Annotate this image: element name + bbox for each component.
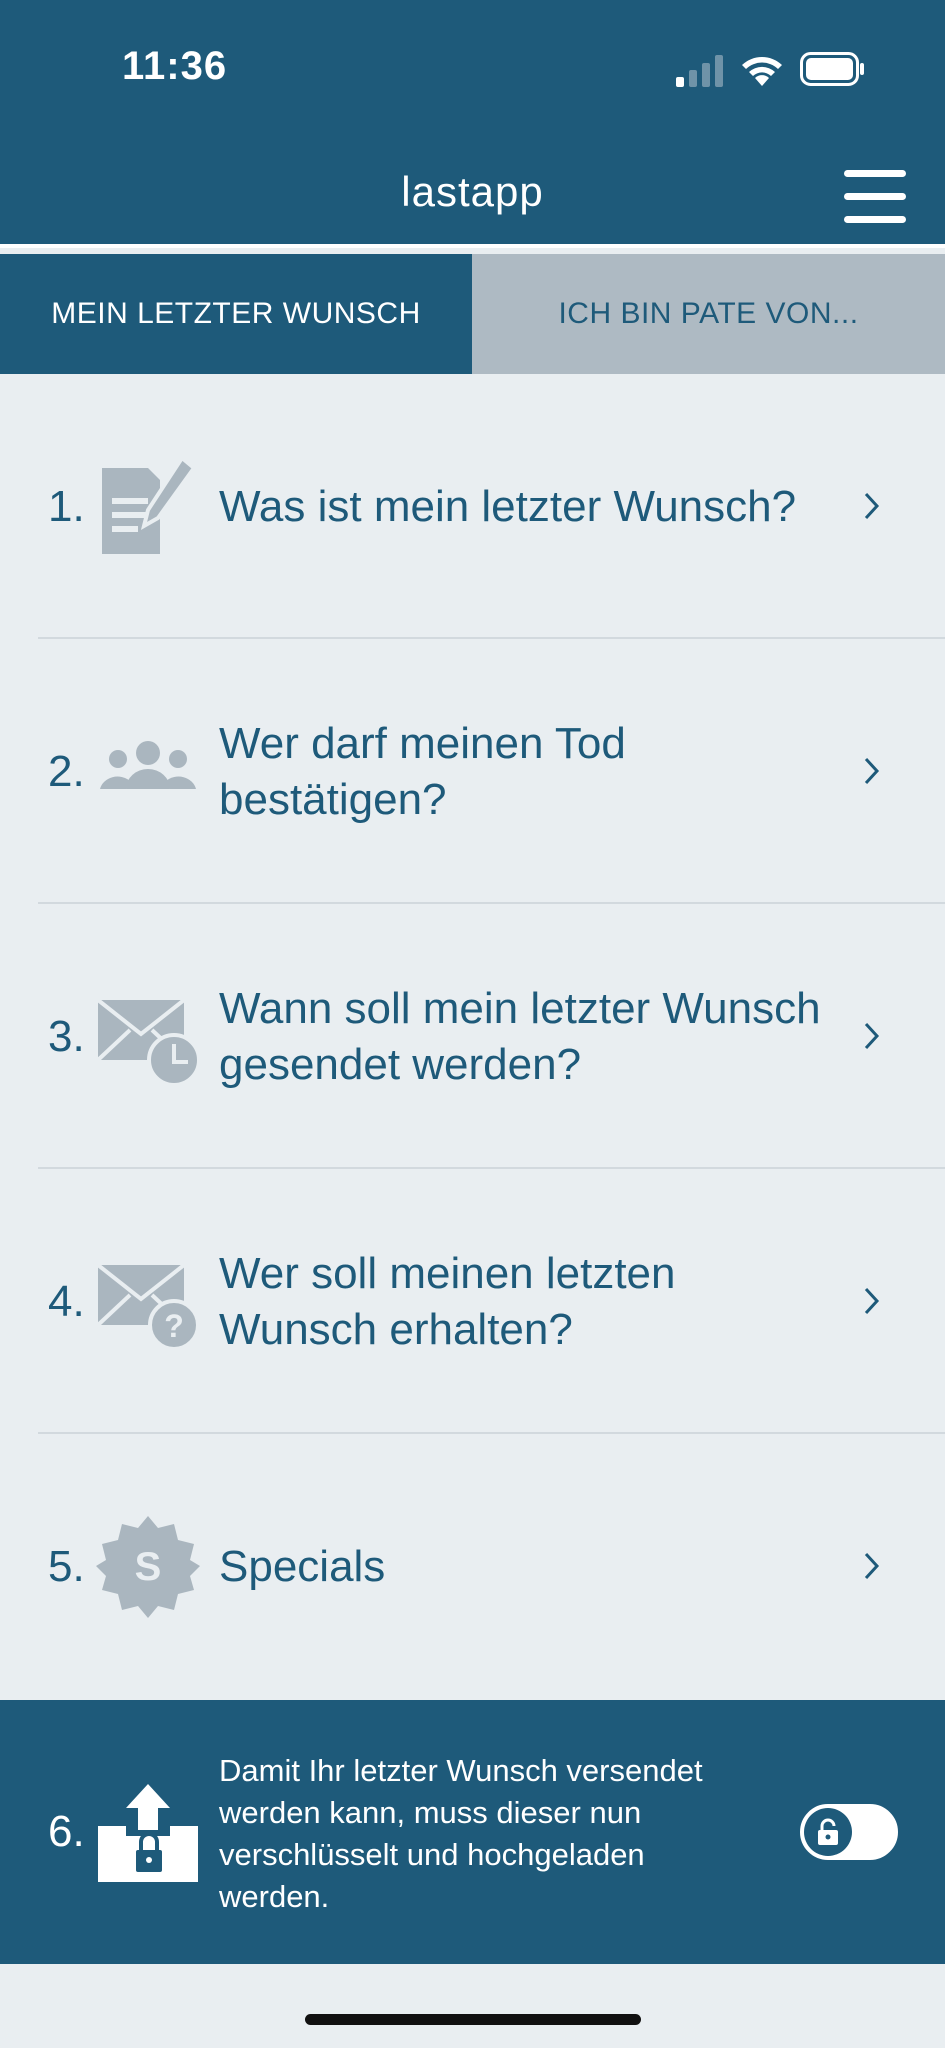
svg-text:?: ? (164, 1308, 184, 1344)
chevron-right-icon (864, 757, 880, 785)
step-row-last-wish[interactable]: 1. Was ist mein letzter Wunsch? (0, 374, 945, 639)
step-label: Wann soll mein letzter Wunsch gesendet w… (219, 983, 821, 1089)
upload-toggle[interactable] (800, 1804, 898, 1860)
step-label: Specials (219, 1541, 386, 1591)
specials-badge-icon: S (96, 1516, 200, 1618)
mail-clock-icon (96, 998, 200, 1087)
tab-mein-letzter-wunsch[interactable]: MEIN LETZTER WUNSCH (0, 254, 472, 374)
steps-list: 1. Was ist mein letzter Wunsch? 2. Wer d… (0, 374, 945, 1699)
step-label: Was ist mein letzter Wunsch? (219, 481, 797, 531)
chevron-right-icon (864, 1287, 880, 1315)
step-label: Wer soll meinen letzten Wunsch erhalten? (219, 1248, 676, 1354)
home-indicator (305, 2014, 641, 2025)
cellular-signal-icon (676, 55, 723, 87)
step-number: 4. (48, 1276, 85, 1326)
step-row-send-time[interactable]: 3. Wann soll mein letzter Wunsch gesende… (0, 904, 945, 1169)
step-number: 2. (48, 746, 85, 796)
lock-icon (804, 1808, 852, 1856)
tab-ich-bin-pate-von[interactable]: ICH BIN PATE VON... (472, 254, 945, 374)
app-header: lastapp (0, 120, 945, 248)
status-time: 11:36 (122, 44, 228, 88)
status-bar: 11:36 (0, 0, 945, 120)
step-number: 6. (48, 1807, 85, 1856)
step-label: Wer darf meinen Tod bestätigen? (219, 718, 626, 824)
mail-question-icon: ? (96, 1263, 200, 1351)
chevron-right-icon (864, 1552, 880, 1580)
app-title: lastapp (401, 168, 544, 215)
hamburger-menu-icon[interactable] (844, 170, 906, 224)
step-row-specials[interactable]: 5. S Specials (0, 1434, 945, 1699)
step-number: 5. (48, 1541, 85, 1591)
document-edit-icon (102, 455, 197, 554)
battery-icon (800, 52, 864, 86)
upload-row: 6. Damit Ihr letzter Wunsch versendet we… (0, 1700, 945, 1964)
people-group-icon (100, 741, 196, 789)
upload-description: Damit Ihr letzter Wunsch versendet werde… (219, 1753, 703, 1914)
encrypt-upload-icon (98, 1784, 198, 1882)
chevron-right-icon (864, 1022, 880, 1050)
tab-bar: MEIN LETZTER WUNSCH ICH BIN PATE VON... (0, 254, 945, 374)
wifi-icon (742, 57, 782, 86)
svg-text:S: S (135, 1545, 162, 1589)
step-number: 1. (48, 481, 85, 531)
step-row-recipients[interactable]: 4. ? Wer soll meinen letzten Wunsch erha… (0, 1169, 945, 1434)
chevron-right-icon (864, 492, 880, 520)
step-number: 3. (48, 1011, 85, 1061)
step-row-confirm-death[interactable]: 2. Wer darf meinen Tod bestätigen? (0, 639, 945, 904)
